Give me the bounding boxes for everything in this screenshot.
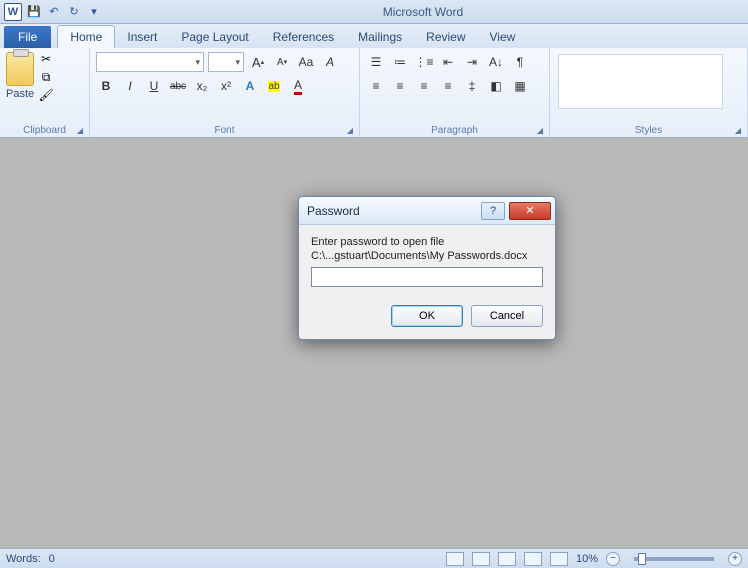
- ribbon-tabs: File Home Insert Page Layout References …: [0, 24, 748, 48]
- word-count-value: 0: [49, 553, 55, 565]
- password-input[interactable]: [311, 267, 543, 287]
- dialog-button-row: OK Cancel: [299, 297, 555, 339]
- justify-button[interactable]: ≡: [438, 76, 458, 96]
- full-screen-view-button[interactable]: [472, 552, 490, 566]
- tab-references[interactable]: References: [261, 26, 346, 48]
- cut-icon[interactable]: ✂: [38, 52, 54, 66]
- bold-button[interactable]: B: [96, 76, 116, 96]
- highlight-button[interactable]: ab: [264, 76, 284, 96]
- tab-mailings[interactable]: Mailings: [346, 26, 414, 48]
- tab-insert[interactable]: Insert: [115, 26, 169, 48]
- password-dialog: Password ? ✕ Enter password to open file…: [298, 196, 556, 340]
- save-icon[interactable]: 💾: [26, 4, 42, 20]
- ribbon: Paste ✂ ⧉ 🖌 Clipboard ◢ A▴ A▾ Aa A B I U…: [0, 48, 748, 138]
- sort-button[interactable]: A↓: [486, 52, 506, 72]
- group-label-styles: Styles: [550, 125, 747, 136]
- clear-formatting-button[interactable]: A: [320, 52, 340, 72]
- dialog-close-button[interactable]: ✕: [509, 202, 551, 220]
- file-tab[interactable]: File: [4, 26, 51, 48]
- tab-view[interactable]: View: [478, 26, 528, 48]
- align-center-button[interactable]: ≡: [390, 76, 410, 96]
- zoom-level[interactable]: 10%: [576, 553, 598, 565]
- print-layout-view-button[interactable]: [446, 552, 464, 566]
- zoom-in-button[interactable]: +: [728, 552, 742, 566]
- title-bar: W 💾 ↶ ↻ ▾ Microsoft Word: [0, 0, 748, 24]
- superscript-button[interactable]: x²: [216, 76, 236, 96]
- line-spacing-button[interactable]: ‡: [462, 76, 482, 96]
- paste-label: Paste: [6, 88, 34, 100]
- change-case-button[interactable]: Aa: [296, 52, 316, 72]
- font-launcher-icon[interactable]: ◢: [345, 125, 355, 135]
- tab-home[interactable]: Home: [57, 25, 115, 48]
- format-painter-icon[interactable]: 🖌: [38, 88, 54, 102]
- underline-button[interactable]: U: [144, 76, 164, 96]
- styles-gallery[interactable]: [558, 54, 723, 109]
- group-font: A▴ A▾ Aa A B I U abc x₂ x² A ab A Font ◢: [90, 48, 360, 137]
- quick-access-toolbar: W 💾 ↶ ↻ ▾: [4, 3, 102, 21]
- italic-button[interactable]: I: [120, 76, 140, 96]
- qat-customize-icon[interactable]: ▾: [86, 4, 102, 20]
- draft-view-button[interactable]: [550, 552, 568, 566]
- font-color-button[interactable]: A: [288, 76, 308, 96]
- text-effects-button[interactable]: A: [240, 76, 260, 96]
- group-paragraph: ☰ ≔ ⋮≡ ⇤ ⇥ A↓ ¶ ≡ ≡ ≡ ≡ ‡ ◧ ▦ Paragraph …: [360, 48, 550, 137]
- tab-review[interactable]: Review: [414, 26, 477, 48]
- redo-icon[interactable]: ↻: [66, 4, 82, 20]
- dialog-prompt-line2: C:\...gstuart\Documents\My Passwords.doc…: [311, 249, 543, 263]
- word-count-label: Words:: [6, 553, 41, 565]
- tab-page-layout[interactable]: Page Layout: [169, 26, 260, 48]
- increase-indent-button[interactable]: ⇥: [462, 52, 482, 72]
- shading-button[interactable]: ◧: [486, 76, 506, 96]
- app-icon[interactable]: W: [4, 3, 22, 21]
- zoom-out-button[interactable]: −: [606, 552, 620, 566]
- show-marks-button[interactable]: ¶: [510, 52, 530, 72]
- bullets-button[interactable]: ☰: [366, 52, 386, 72]
- web-layout-view-button[interactable]: [498, 552, 516, 566]
- outline-view-button[interactable]: [524, 552, 542, 566]
- dialog-body: Enter password to open file C:\...gstuar…: [299, 225, 555, 297]
- zoom-slider[interactable]: [634, 557, 714, 561]
- align-left-button[interactable]: ≡: [366, 76, 386, 96]
- grow-font-button[interactable]: A▴: [248, 52, 268, 72]
- group-clipboard: Paste ✂ ⧉ 🖌 Clipboard ◢: [0, 48, 90, 137]
- dialog-titlebar[interactable]: Password ? ✕: [299, 197, 555, 225]
- paste-button[interactable]: Paste: [6, 52, 34, 102]
- subscript-button[interactable]: x₂: [192, 76, 212, 96]
- paste-icon: [6, 52, 34, 86]
- group-label-paragraph: Paragraph: [360, 125, 549, 136]
- shrink-font-button[interactable]: A▾: [272, 52, 292, 72]
- group-label-font: Font: [90, 125, 359, 136]
- paragraph-launcher-icon[interactable]: ◢: [535, 125, 545, 135]
- font-name-combo[interactable]: [96, 52, 204, 72]
- decrease-indent-button[interactable]: ⇤: [438, 52, 458, 72]
- status-bar: Words: 0 10% − +: [0, 548, 748, 568]
- dialog-help-button[interactable]: ?: [481, 202, 505, 220]
- strikethrough-button[interactable]: abc: [168, 76, 188, 96]
- font-size-combo[interactable]: [208, 52, 244, 72]
- styles-launcher-icon[interactable]: ◢: [733, 125, 743, 135]
- multilevel-list-button[interactable]: ⋮≡: [414, 52, 434, 72]
- zoom-thumb[interactable]: [638, 553, 646, 565]
- undo-icon[interactable]: ↶: [46, 4, 62, 20]
- copy-icon[interactable]: ⧉: [38, 70, 54, 84]
- window-title: Microsoft Word: [102, 5, 744, 19]
- dialog-prompt-line1: Enter password to open file: [311, 235, 543, 249]
- dialog-title: Password: [307, 204, 481, 218]
- ok-button[interactable]: OK: [391, 305, 463, 327]
- clipboard-launcher-icon[interactable]: ◢: [75, 125, 85, 135]
- numbering-button[interactable]: ≔: [390, 52, 410, 72]
- group-styles: Styles ◢: [550, 48, 748, 137]
- borders-button[interactable]: ▦: [510, 76, 530, 96]
- align-right-button[interactable]: ≡: [414, 76, 434, 96]
- cancel-button[interactable]: Cancel: [471, 305, 543, 327]
